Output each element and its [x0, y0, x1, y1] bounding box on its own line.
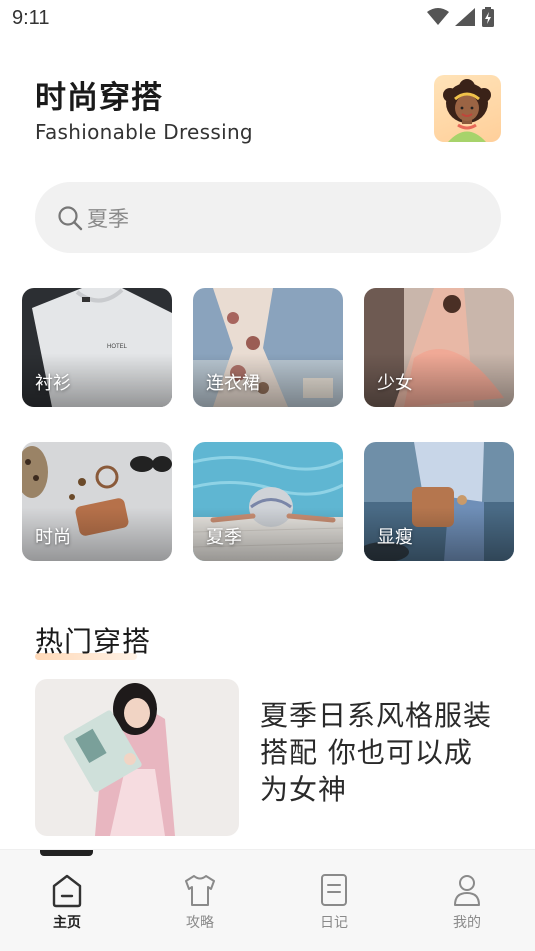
category-label: 少女: [377, 373, 413, 394]
article-photo: [35, 679, 239, 836]
avatar-woman-icon: [443, 79, 491, 142]
nav-label: 主页: [53, 915, 81, 931]
category-tile-dress[interactable]: 连衣裙: [193, 288, 343, 407]
signal-icon: [455, 8, 475, 26]
status-time: 9:11: [12, 7, 50, 29]
status-icons: [427, 7, 495, 27]
article-title: 夏季日系风格服装搭配 你也可以成为女神: [260, 699, 493, 806]
page-subtitle: Fashionable Dressing: [35, 120, 253, 144]
person-icon: [454, 875, 480, 906]
page-title: 时尚穿搭: [35, 80, 163, 116]
nav-label: 攻略: [186, 915, 214, 931]
category-label: 连衣裙: [206, 373, 260, 394]
category-label: 时尚: [35, 527, 71, 548]
category-tile-summer[interactable]: 夏季: [193, 442, 343, 561]
wifi-icon: [427, 8, 449, 25]
category-tile-fashion[interactable]: 时尚: [22, 442, 172, 561]
category-tile-girl[interactable]: 少女: [364, 288, 514, 407]
category-label: 衬衫: [35, 373, 71, 394]
category-grid: HOTEL 衬衫 连衣裙 少女: [22, 288, 514, 562]
avatar[interactable]: [434, 75, 501, 142]
category-label: 夏季: [206, 527, 242, 548]
home-icon: [52, 874, 82, 908]
nav-item-guide[interactable]: 攻略: [165, 872, 235, 932]
battery-icon: [482, 7, 494, 27]
article-card[interactable]: 夏季日系风格服装搭配 你也可以成为女神: [35, 679, 501, 836]
bottom-nav: 主页 攻略 日记 我的: [0, 849, 535, 951]
notebook-icon: [321, 874, 347, 906]
shirt-icon: [185, 875, 215, 906]
status-bar: 9:11: [0, 0, 535, 40]
nav-item-home[interactable]: 主页: [32, 872, 102, 932]
nav-label: 我的: [453, 915, 481, 931]
nav-active-indicator: [40, 850, 93, 856]
search-input[interactable]: 夏季: [35, 182, 501, 253]
nav-label: 日记: [320, 915, 348, 931]
category-tile-shirt[interactable]: HOTEL 衬衫: [22, 288, 172, 407]
article-thumbnail: [35, 679, 239, 836]
search-placeholder: 夏季: [87, 206, 129, 231]
category-label: 显瘦: [377, 527, 413, 548]
section-title: 热门穿搭: [35, 625, 152, 658]
category-tile-slim[interactable]: 显瘦: [364, 442, 514, 561]
nav-item-profile[interactable]: 我的: [432, 872, 502, 932]
nav-item-diary[interactable]: 日记: [299, 872, 369, 932]
search-icon: [58, 205, 83, 230]
